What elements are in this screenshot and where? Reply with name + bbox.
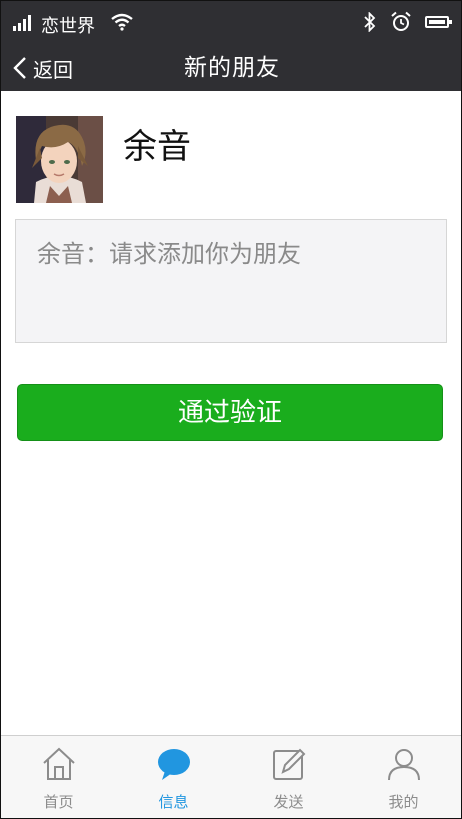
verify-button[interactable]: 通过验证 bbox=[17, 384, 443, 441]
avatar[interactable] bbox=[16, 116, 103, 203]
back-button[interactable]: 返回 bbox=[13, 45, 73, 91]
alarm-icon bbox=[391, 11, 411, 31]
battery-icon bbox=[425, 16, 452, 28]
tab-profile[interactable]: 我的 bbox=[346, 736, 461, 818]
request-message: 余音：请求添加你为朋友 bbox=[37, 240, 301, 268]
compose-icon bbox=[273, 748, 306, 780]
home-icon bbox=[43, 747, 75, 780]
request-message-box: 余音：请求添加你为朋友 bbox=[15, 219, 447, 343]
chat-icon bbox=[158, 749, 190, 780]
bluetooth-icon bbox=[364, 12, 376, 32]
navigation-bar: 新的朋友 返回 bbox=[1, 45, 461, 91]
tab-bar: 首页 信息 发送 我的 bbox=[1, 735, 461, 818]
tab-profile-label: 我的 bbox=[388, 793, 419, 811]
status-bar: 恋世界 bbox=[1, 1, 461, 45]
back-label: 返回 bbox=[33, 57, 73, 82]
user-icon bbox=[388, 749, 420, 781]
phone-screen: 恋世界 新的朋友 返回 余音 余音：请求添加你为朋友 通过验证 首页 信息 发送… bbox=[0, 0, 462, 819]
tab-messages[interactable]: 信息 bbox=[116, 736, 231, 818]
signal-icon bbox=[13, 15, 35, 31]
tab-send[interactable]: 发送 bbox=[231, 736, 346, 818]
wifi-icon bbox=[111, 13, 133, 31]
tab-send-label: 发送 bbox=[273, 793, 304, 811]
carrier-name: 恋世界 bbox=[41, 16, 95, 37]
requester-name: 余音 bbox=[123, 127, 191, 167]
chevron-left-icon bbox=[13, 57, 26, 79]
tab-home[interactable]: 首页 bbox=[1, 736, 116, 818]
tab-messages-label: 信息 bbox=[158, 793, 189, 811]
tab-home-label: 首页 bbox=[43, 793, 74, 811]
avatar-portrait bbox=[16, 116, 103, 203]
